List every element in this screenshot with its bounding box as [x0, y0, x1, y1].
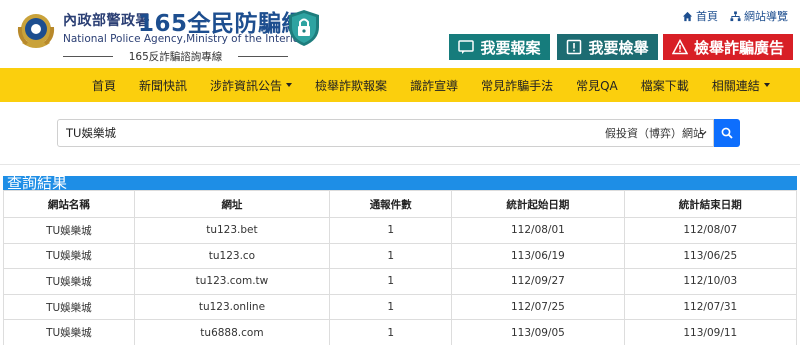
- cell-url: tu123.online: [133, 293, 331, 321]
- nav-item-home[interactable]: 首頁: [92, 77, 116, 94]
- nav-item-label: 檢舉詐欺報案: [315, 78, 388, 93]
- section-divider: [0, 164, 800, 165]
- agency-name-zh: 內政部警政署: [63, 13, 150, 29]
- cell-end-date: 113/06/25: [623, 242, 798, 270]
- caret-down-icon: [763, 83, 770, 87]
- column-header: 通報件數: [329, 190, 453, 218]
- cell-report-count: 1: [329, 293, 453, 321]
- warning-icon: [671, 39, 688, 55]
- cell-end-date: 112/07/31: [623, 293, 798, 321]
- cell-site-name: TU娛樂城: [3, 293, 135, 321]
- cell-site-name: TU娛樂城: [3, 242, 135, 270]
- cell-site-name: TU娛樂城: [3, 319, 135, 345]
- sitemap-link-label: 網站導覽: [744, 10, 788, 23]
- table-row: TU娛樂城 tu123.online 1 112/07/25 112/07/31: [3, 293, 798, 321]
- nav-item-label: 首頁: [92, 78, 117, 93]
- report-fraud-ad-button[interactable]: 檢舉詐騙廣告: [663, 34, 793, 60]
- column-header: 統計結束日期: [623, 190, 798, 218]
- cell-site-name: TU娛樂城: [3, 217, 135, 244]
- police-emblem-icon[interactable]: [14, 9, 58, 53]
- cell-start-date: 112/09/27: [451, 268, 625, 295]
- table-row: TU娛樂城 tu6888.com 1 113/09/05 113/09/11: [3, 319, 798, 345]
- cell-url: tu6888.com: [133, 319, 331, 345]
- search-input[interactable]: [57, 119, 597, 147]
- cell-end-date: 113/09/11: [623, 319, 798, 345]
- agency-name-en: National Police Agency,Ministry of the I…: [63, 33, 304, 45]
- cell-site-name: TU娛樂城: [3, 268, 135, 295]
- cell-start-date: 113/09/05: [451, 319, 625, 345]
- home-icon: [682, 11, 693, 21]
- cell-report-count: 1: [329, 319, 453, 345]
- cell-url: tu123.com.tw: [133, 268, 331, 295]
- home-link[interactable]: 首頁: [682, 8, 718, 24]
- caret-down-icon: [286, 83, 293, 87]
- cell-url: tu123.co: [133, 242, 331, 270]
- table-row: TU娛樂城 tu123.com.tw 1 112/09/27 112/10/03: [3, 268, 798, 295]
- cell-start-date: 112/07/25: [451, 293, 625, 321]
- exclamation-icon: [567, 39, 582, 55]
- column-header: 網址: [133, 190, 331, 218]
- nav-item-fraud-info[interactable]: 涉詐資訊公告: [210, 77, 293, 94]
- table-row: TU娛樂城 tu123.bet 1 112/08/01 112/08/07: [3, 217, 798, 244]
- cell-end-date: 112/08/07: [623, 217, 798, 244]
- nav-item-faq[interactable]: 常見QA: [576, 77, 618, 94]
- cell-start-date: 112/08/01: [451, 217, 625, 244]
- sitemap-link[interactable]: 網站導覽: [730, 8, 788, 24]
- nav-item-label: 常見詐騙手法: [481, 78, 554, 93]
- search-bar: 假投資（博弈）網站: [0, 102, 800, 164]
- cell-report-count: 1: [329, 268, 453, 295]
- cell-report-count: 1: [329, 242, 453, 270]
- nav-item-news[interactable]: 新聞快訊: [139, 77, 187, 94]
- nav-item-label: 涉詐資訊公告: [210, 78, 283, 93]
- main-nav: 首頁 新聞快訊 涉詐資訊公告 檢舉詐欺報案 識詐宣導 常見詐騙手法 常見QA 檔…: [0, 68, 800, 102]
- nav-item-awareness[interactable]: 識詐宣導: [410, 77, 458, 94]
- top-links: 首頁 網站導覽: [682, 8, 788, 24]
- nav-item-downloads[interactable]: 檔案下載: [641, 77, 689, 94]
- column-header: 統計起始日期: [451, 190, 625, 218]
- report-case-button[interactable]: 我要報案: [449, 34, 550, 60]
- sitemap-icon: [730, 10, 741, 21]
- hotline-tagline: 165反詐騙諮詢專線: [63, 49, 288, 64]
- home-link-label: 首頁: [696, 10, 718, 23]
- report-fraud-ad-label: 檢舉詐騙廣告: [693, 38, 784, 57]
- report-case-label: 我要報案: [480, 38, 541, 57]
- results-heading: 查詢結果: [3, 176, 797, 191]
- nav-item-related-links[interactable]: 相關連結: [712, 77, 770, 94]
- table-row: TU娛樂城 tu123.co 1 113/06/19 113/06/25: [3, 242, 798, 270]
- site-header: 內政部警政署 165全民防騙網 National Police Agency,M…: [0, 0, 800, 68]
- submit-tip-label: 我要檢舉: [588, 38, 649, 57]
- cell-start-date: 113/06/19: [451, 242, 625, 270]
- results-table: 網站名稱 網址 通報件數 統計起始日期 統計結束日期 TU娛樂城 tu123.b…: [3, 190, 798, 345]
- nav-item-report-fraud[interactable]: 檢舉詐欺報案: [315, 77, 387, 94]
- table-header-row: 網站名稱 網址 通報件數 統計起始日期 統計結束日期: [3, 190, 798, 218]
- category-select-value: 假投資（博弈）網站: [605, 127, 704, 140]
- search-button[interactable]: [714, 119, 740, 147]
- nav-item-label: 識詐宣導: [410, 78, 459, 93]
- lock-shield-icon: [289, 10, 319, 46]
- chat-icon: [458, 40, 475, 54]
- search-icon: [721, 127, 733, 139]
- cell-report-count: 1: [329, 217, 453, 244]
- nav-item-label: 常見QA: [576, 78, 618, 93]
- nav-item-label: 檔案下載: [640, 78, 689, 93]
- nav-item-label: 相關連結: [711, 78, 760, 93]
- category-select[interactable]: 假投資（博弈）網站: [596, 119, 714, 147]
- cell-end-date: 112/10/03: [623, 268, 798, 295]
- cell-url: tu123.bet: [133, 217, 331, 244]
- chevron-down-icon: [699, 131, 707, 136]
- nav-item-label: 新聞快訊: [139, 78, 188, 93]
- nav-item-common-scams[interactable]: 常見詐騙手法: [481, 77, 553, 94]
- column-header: 網站名稱: [3, 190, 135, 218]
- submit-tip-button[interactable]: 我要檢舉: [557, 34, 658, 60]
